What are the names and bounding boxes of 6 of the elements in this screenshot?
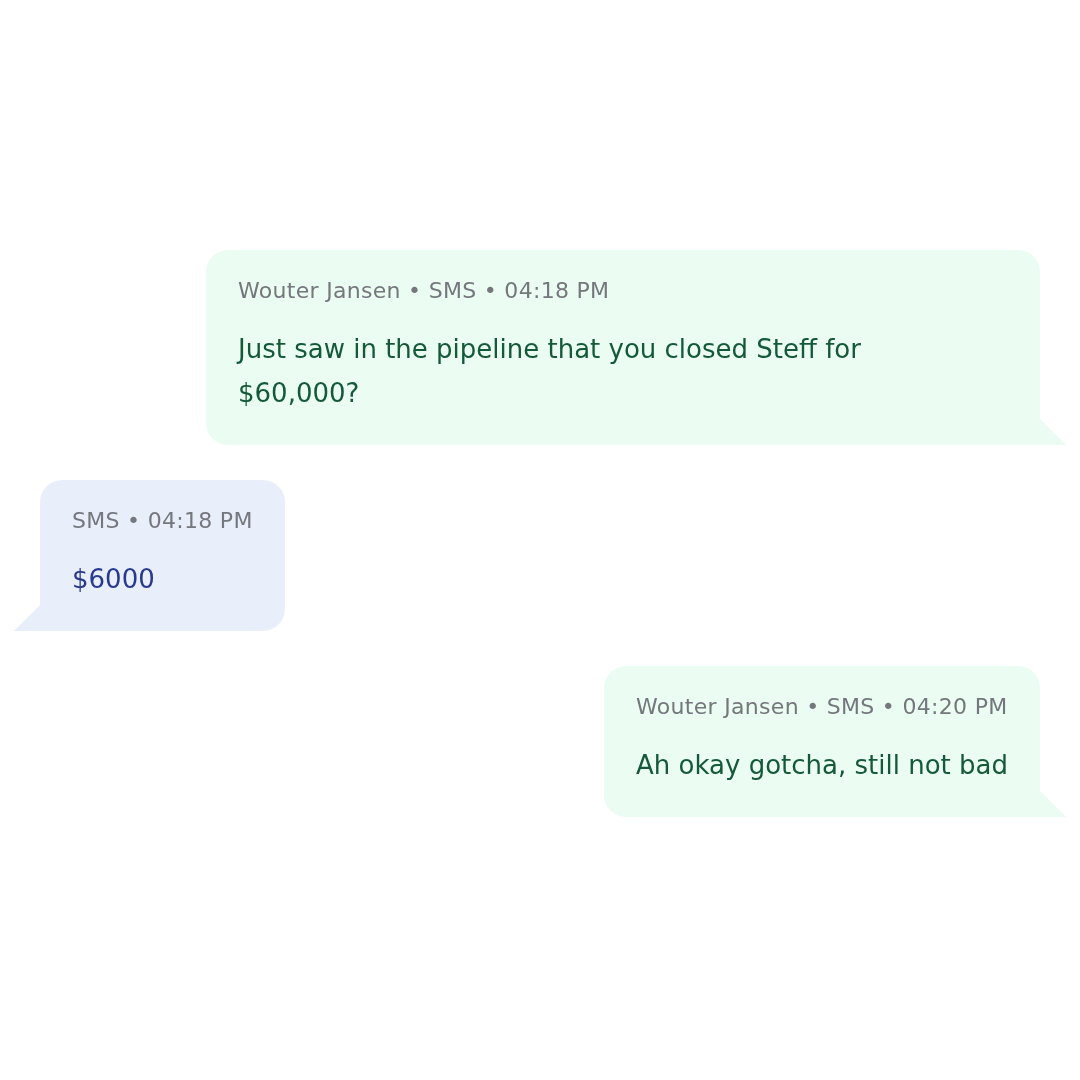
message-text: Just saw in the pipeline that you closed Steff for $60,000? xyxy=(238,333,862,410)
message-meta: Wouter Jansen • SMS • 04:20 PM xyxy=(636,693,1008,721)
message-text: $6000 xyxy=(72,563,156,596)
message-meta: SMS • 04:18 PM xyxy=(72,507,253,535)
message-text: Ah okay gotcha, still not bad xyxy=(636,749,1008,782)
message-meta: Wouter Jansen • SMS • 04:18 PM xyxy=(238,277,611,305)
